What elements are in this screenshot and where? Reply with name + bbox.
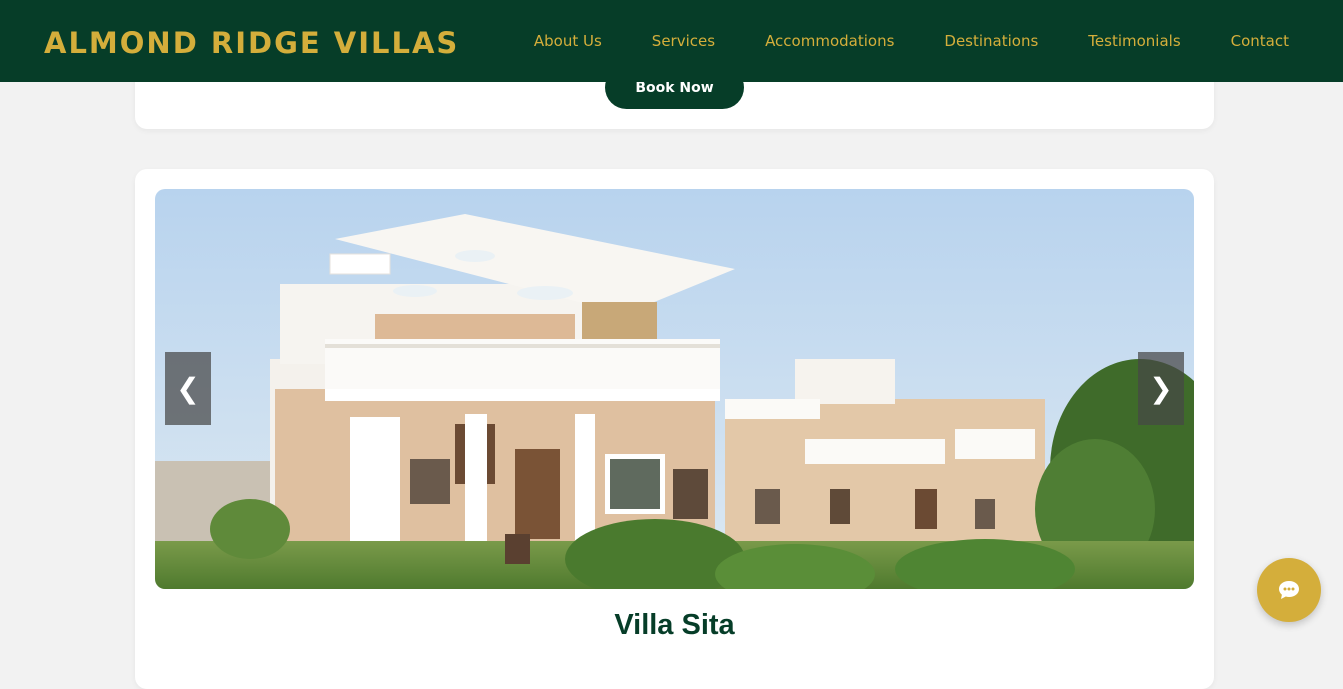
nav-about-us[interactable]: About Us [534, 31, 602, 51]
villa-title: Villa Sita [614, 609, 735, 641]
nav-testimonials[interactable]: Testimonials [1088, 31, 1180, 51]
carousel-prev-button[interactable]: ❮ [165, 352, 211, 425]
carousel-next-button[interactable]: ❯ [1138, 352, 1184, 425]
nav-menu: About Us Services Accommodations Destina… [534, 31, 1289, 51]
nav-services[interactable]: Services [652, 31, 715, 51]
villa-image-carousel[interactable] [155, 189, 1194, 589]
brand-logo[interactable]: ALMOND RIDGE VILLAS [44, 23, 459, 63]
nav-destinations[interactable]: Destinations [944, 31, 1038, 51]
chat-button[interactable] [1257, 558, 1321, 622]
nav-contact[interactable]: Contact [1231, 31, 1289, 51]
villa-photo [155, 189, 1194, 589]
chat-bubble-icon [1279, 581, 1299, 599]
nav-accommodations[interactable]: Accommodations [765, 31, 894, 51]
navbar: ALMOND RIDGE VILLAS About Us Services Ac… [0, 0, 1343, 82]
